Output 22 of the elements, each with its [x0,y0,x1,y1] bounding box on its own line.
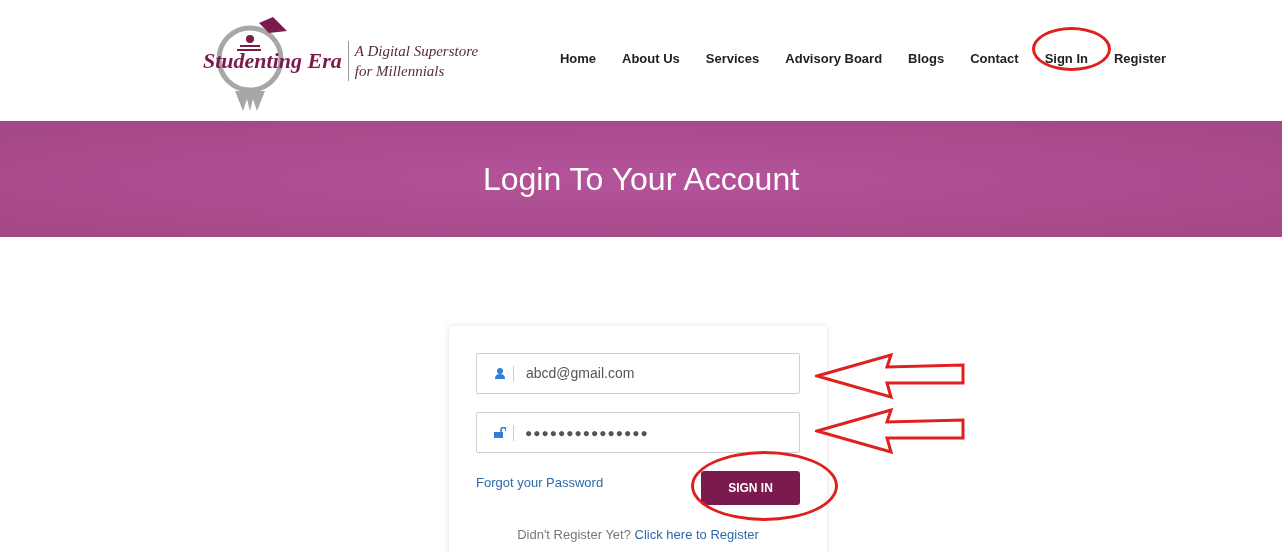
page-title: Login To Your Account [482,160,800,199]
nav-link[interactable]: Home [559,48,596,69]
nav-link[interactable]: Services [705,48,760,69]
password-field[interactable]: ●●●●●●●●●●●●●●● [476,412,800,453]
register-prompt: Didn't Register Yet? Click here to Register [516,526,760,544]
register-link[interactable]: Click here to Register [634,527,759,542]
nav-link[interactable]: About Us [622,48,680,69]
nav-link[interactable]: Advisory Board [785,48,883,69]
email-field[interactable]: abcd@gmail.com [476,353,800,394]
user-icon [495,368,505,379]
unlocked-padlock-icon [494,427,506,438]
logo-tagline: A Digital Superstore [354,41,479,61]
nav-link[interactable]: Register [1113,48,1166,69]
nav-link[interactable]: Contact [970,48,1019,69]
nav-link[interactable]: Sign In [1044,48,1088,69]
forgot-password-link[interactable]: Forgot your Password [476,473,604,493]
logo-tagline: for Millennials [354,61,446,81]
logo-name: Studenting Era [203,47,342,75]
email-value: abcd@gmail.com [526,364,635,383]
sign-in-button[interactable]: SIGN IN [701,471,800,505]
nav-link[interactable]: Blogs [908,48,945,69]
password-value: ●●●●●●●●●●●●●●● [525,424,649,442]
